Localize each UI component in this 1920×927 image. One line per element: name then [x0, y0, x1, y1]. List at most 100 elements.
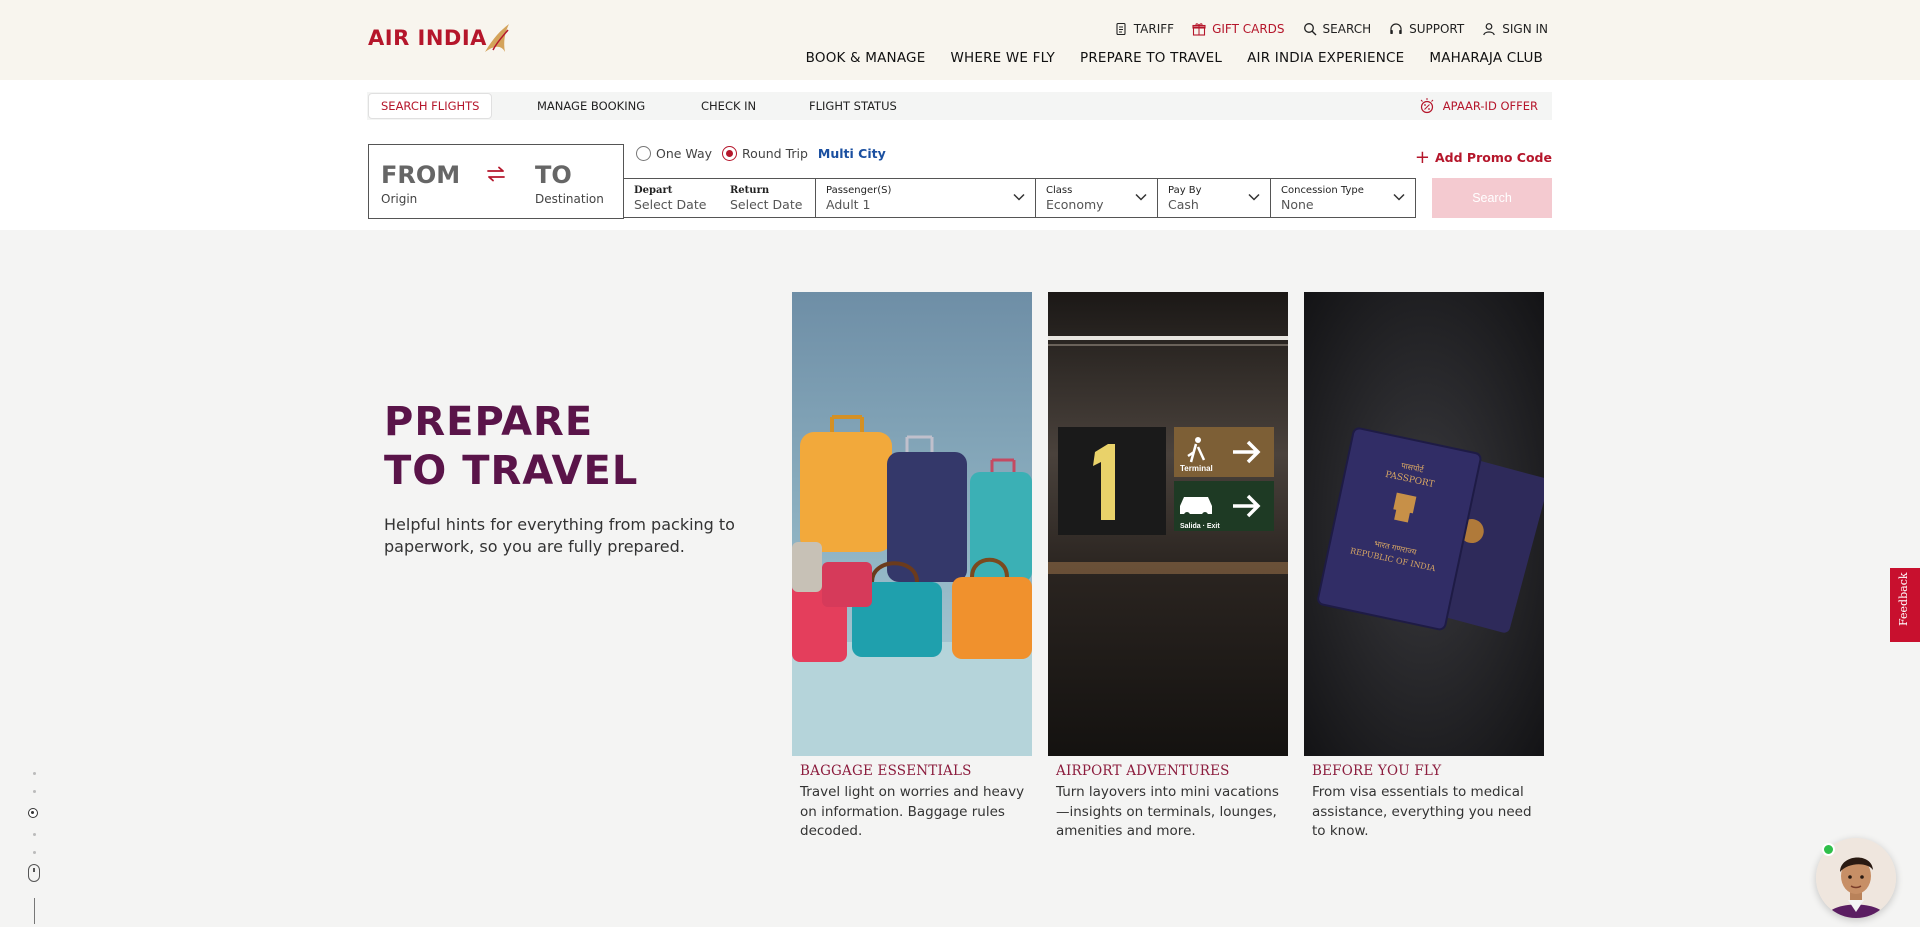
offer-icon: [1420, 98, 1434, 114]
gift-cards-label: GIFT CARDS: [1212, 22, 1285, 36]
chevron-down-icon: [1248, 193, 1260, 201]
tab-flight-status[interactable]: FLIGHT STATUS: [809, 92, 897, 120]
concession-label: Concession Type: [1281, 185, 1364, 196]
passport-image: पासपोर्ट PASSPORT भारत गणराज्य REPUBLIC …: [1304, 292, 1544, 756]
pay-by-select[interactable]: Pay By Cash: [1158, 179, 1271, 217]
tab-check-in[interactable]: CHECK IN: [701, 92, 756, 120]
chevron-down-icon: [1013, 193, 1025, 201]
section-dot[interactable]: [32, 772, 36, 775]
exit-sign-text: Salida · Exit: [1180, 523, 1220, 530]
apaar-offer-link[interactable]: APAAR-ID OFFER: [1418, 92, 1538, 120]
feedback-tab[interactable]: Feedback: [1890, 568, 1920, 642]
nav-prepare-to-travel[interactable]: PREPARE TO TRAVEL: [1080, 50, 1222, 66]
card-airport-adventures[interactable]: Terminal Salida · Exit 1 AIRPORT ADVENTU…: [1048, 292, 1288, 842]
card-description: From visa essentials to medical assistan…: [1312, 784, 1532, 839]
main-nav: BOOK & MANAGE WHERE WE FLY PREPARE TO TR…: [806, 50, 1543, 66]
plus-icon: +: [1414, 146, 1430, 168]
logo-text: AIR INDIA: [368, 26, 487, 50]
card-before-you-fly[interactable]: पासपोर्ट PASSPORT भारत गणराज्य REPUBLIC …: [1304, 292, 1544, 842]
passengers-value: Adult 1: [826, 197, 871, 212]
feedback-label: Feedback: [1897, 572, 1910, 626]
hero-title-line1: PREPARE: [384, 399, 594, 445]
sign-in-link[interactable]: SIGN IN: [1482, 22, 1548, 36]
section-dot[interactable]: [32, 851, 36, 854]
scroll-mouse-icon: [28, 864, 40, 882]
one-way-label: One Way: [656, 146, 713, 161]
tab-manage-booking[interactable]: MANAGE BOOKING: [537, 92, 645, 120]
passengers-label: Passenger(S): [826, 185, 892, 196]
origin-destination-box: FROM Origin TO Destination: [368, 144, 624, 219]
swap-icon[interactable]: [485, 165, 507, 183]
one-way-radio[interactable]: [636, 146, 651, 161]
return-label: Return: [730, 185, 770, 196]
concession-type-select[interactable]: Concession Type None: [1271, 179, 1415, 217]
concession-value: None: [1281, 197, 1314, 212]
class-select[interactable]: Class Economy: [1036, 179, 1158, 217]
air-india-logo[interactable]: AIR INDIA: [368, 24, 513, 54]
one-way-option[interactable]: One Way: [636, 146, 712, 161]
pay-by-label: Pay By: [1168, 185, 1202, 196]
section-dots: [28, 772, 38, 869]
site-header: AIR INDIA TARIFF GIFT CARDS SEARCH SUPPO…: [0, 0, 1920, 80]
round-trip-radio[interactable]: [722, 146, 738, 161]
nav-where-we-fly[interactable]: WHERE WE FLY: [950, 50, 1055, 66]
return-date-field[interactable]: Return Select Date: [720, 179, 816, 217]
tariff-label: TARIFF: [1133, 22, 1175, 36]
nav-air-india-experience[interactable]: AIR INDIA EXPERIENCE: [1247, 50, 1404, 66]
round-trip-label: Round Trip: [742, 146, 808, 161]
trip-type-selector: One Way Round Trip Multi City: [636, 146, 886, 161]
scroll-line: [34, 898, 35, 924]
search-fields: Depart Select Date Return Select Date Pa…: [624, 178, 1416, 218]
promo-label: Add Promo Code: [1435, 150, 1552, 165]
round-trip-option[interactable]: Round Trip: [722, 146, 808, 161]
passengers-select[interactable]: Passenger(S) Adult 1: [816, 179, 1036, 217]
sign-in-label: SIGN IN: [1502, 22, 1548, 36]
depart-value: Select Date: [634, 197, 707, 212]
logo-swoosh-icon: [484, 24, 509, 52]
depart-date-field[interactable]: Depart Select Date: [624, 179, 720, 217]
tariff-link[interactable]: TARIFF: [1114, 22, 1174, 36]
search-link[interactable]: SEARCH: [1303, 22, 1372, 36]
user-icon: [1483, 23, 1496, 36]
card-title: AIRPORT ADVENTURES: [1056, 763, 1230, 779]
apaar-offer-label: APAAR-ID OFFER: [1442, 99, 1538, 113]
chevron-down-icon: [1135, 193, 1147, 201]
to-label[interactable]: TO: [535, 161, 572, 189]
hero-title-line2: TO TRAVEL: [384, 448, 639, 494]
nav-maharaja-club[interactable]: MAHARAJA CLUB: [1429, 50, 1543, 66]
luggage-image: [792, 292, 1032, 756]
search-label: SEARCH: [1322, 22, 1372, 36]
multi-city-link[interactable]: Multi City: [818, 146, 886, 161]
section-dot[interactable]: [32, 790, 36, 793]
card-title: BAGGAGE ESSENTIALS: [800, 763, 972, 779]
card-description: Travel light on worries and heavy on inf…: [800, 784, 1025, 839]
hero-subtitle: Helpful hints for everything from packin…: [384, 515, 735, 556]
search-flights-button[interactable]: Search: [1432, 178, 1552, 218]
section-dot-active[interactable]: [28, 808, 38, 818]
headset-icon: [1390, 23, 1402, 34]
terminal-sign-text: Terminal: [1180, 464, 1213, 473]
gift-cards-link[interactable]: GIFT CARDS: [1192, 22, 1285, 36]
depart-label: Depart: [634, 185, 673, 196]
hero-title: PREPARE TO TRAVEL: [384, 398, 638, 496]
support-label: SUPPORT: [1409, 22, 1465, 36]
nav-book-manage[interactable]: BOOK & MANAGE: [806, 50, 926, 66]
online-status-icon: [1822, 843, 1835, 856]
search-icon: [1303, 23, 1317, 36]
destination-field[interactable]: Destination: [535, 192, 604, 206]
document-icon: [1116, 22, 1126, 36]
origin-field[interactable]: Origin: [381, 192, 417, 206]
support-link[interactable]: SUPPORT: [1389, 22, 1464, 36]
add-promo-code-button[interactable]: + Add Promo Code: [1414, 146, 1552, 168]
class-value: Economy: [1046, 197, 1104, 212]
class-label: Class: [1046, 185, 1073, 196]
section-dot[interactable]: [32, 833, 36, 836]
from-label[interactable]: FROM: [381, 161, 460, 189]
card-title: BEFORE YOU FLY: [1312, 763, 1442, 779]
airport-sign-image: Terminal Salida · Exit 1: [1048, 292, 1288, 756]
booking-tabs: SEARCH FLIGHTS MANAGE BOOKING CHECK IN F…: [367, 92, 1552, 120]
gift-icon: [1192, 23, 1206, 36]
tab-search-flights[interactable]: SEARCH FLIGHTS: [368, 93, 493, 119]
card-baggage-essentials[interactable]: BAGGAGE ESSENTIALS Travel light on worri…: [792, 292, 1032, 842]
return-value: Select Date: [730, 197, 803, 212]
